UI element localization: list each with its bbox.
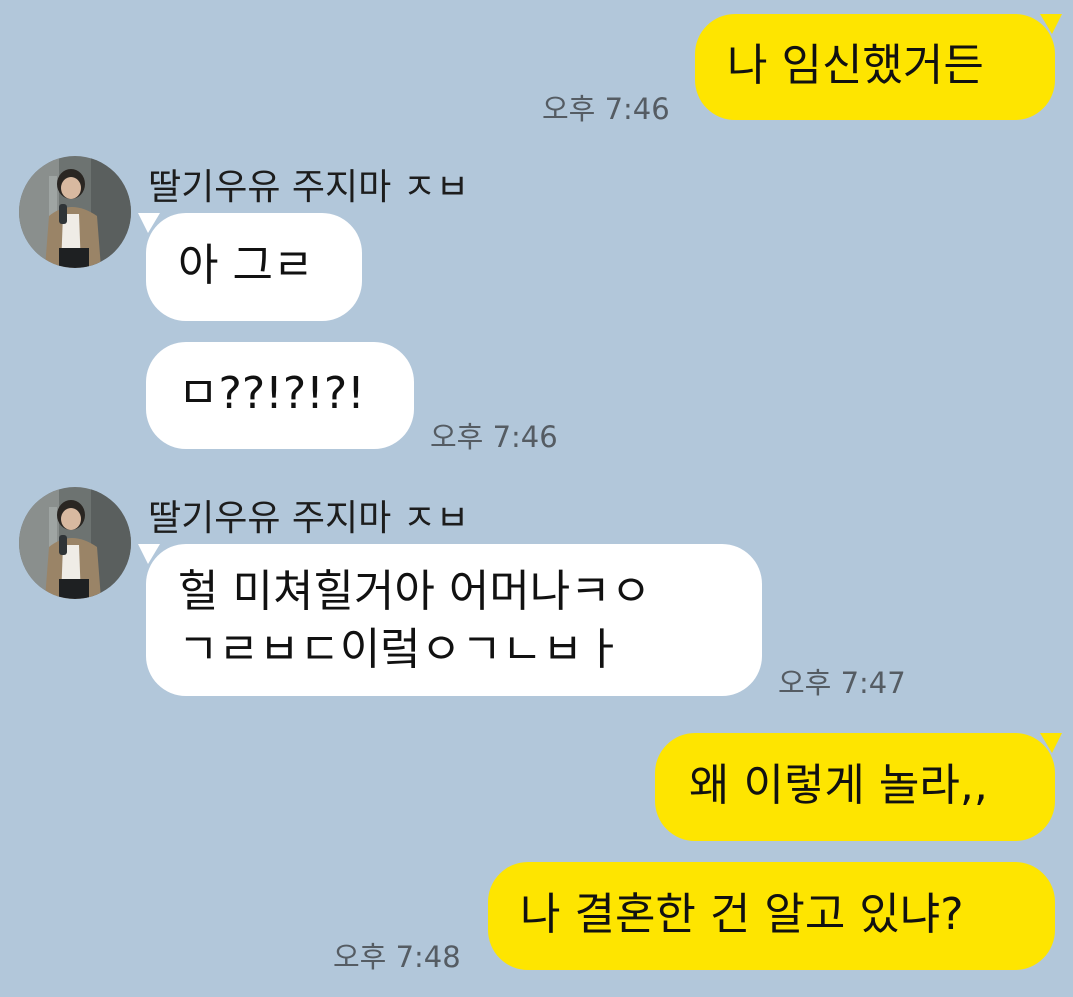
message-bubble-theirs[interactable]: ㅁ??!?!?!: [146, 342, 414, 449]
sender-name: 딸기우유 주지마 ㅈㅂ: [148, 167, 469, 208]
message-timestamp: 오후 7:47: [778, 666, 906, 700]
profile-photo-icon: [19, 156, 131, 268]
avatar[interactable]: [19, 156, 131, 268]
message-timestamp: 오후 7:48: [333, 940, 461, 974]
message-text: ㅁ??!?!?!: [178, 368, 365, 419]
message-bubble-mine[interactable]: 나 결혼한 건 알고 있냐?: [488, 862, 1055, 970]
message-text: 나 결혼한 건 알고 있냐?: [520, 889, 964, 940]
message-text: 아 그ㄹ: [178, 240, 314, 291]
message-timestamp: 오후 7:46: [542, 92, 670, 126]
message-text: 나 임신했거든: [727, 40, 984, 91]
sender-name: 딸기우유 주지마 ㅈㅂ: [148, 498, 469, 539]
message-bubble-mine[interactable]: 왜 이렇게 놀라,,: [655, 733, 1055, 841]
message-text: 왜 이렇게 놀라,,: [689, 760, 988, 811]
message-bubble-theirs[interactable]: 헐 미쳐힐거아 어머나ㅋㅇ ㄱㄹㅂㄷ이렄ㅇㄱㄴㅂㅏ: [146, 544, 762, 696]
message-bubble-mine[interactable]: 나 임신했거든: [695, 14, 1055, 120]
message-bubble-theirs[interactable]: 아 그ㄹ: [146, 213, 362, 321]
avatar[interactable]: [19, 487, 131, 599]
profile-photo-icon: [19, 487, 131, 599]
message-text-line: ㄱㄹㅂㄷ이렄ㅇㄱㄴㅂㅏ: [178, 624, 624, 675]
bubble-tail-mine: [1040, 733, 1062, 753]
bubble-tail-mine: [1040, 14, 1062, 34]
message-text-line: 헐 미쳐힐거아 어머나ㅋㅇ: [178, 566, 652, 617]
message-timestamp: 오후 7:46: [430, 420, 558, 454]
